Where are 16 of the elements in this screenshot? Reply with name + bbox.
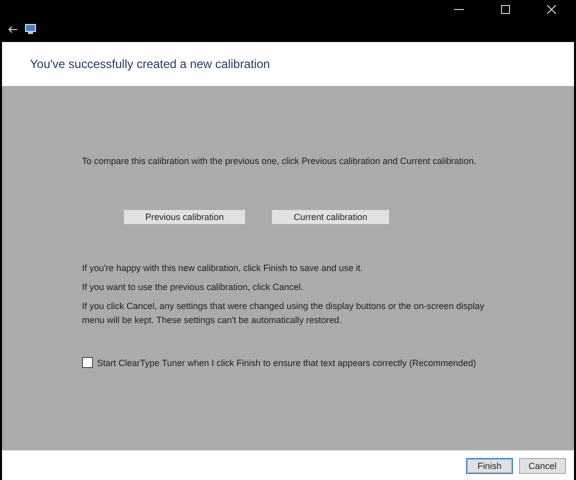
paragraph: If you click Cancel, any settings that were changed using the display buttons or the on-screen display menu will be kept. These settings can't be automatically restored. [82,300,486,327]
calibration-button[interactable]: Previous calibration [123,209,246,225]
monitor-icon [25,24,36,34]
back-arrow-icon[interactable] [8,26,17,32]
dialog-button[interactable]: Cancel [519,458,566,474]
checkbox[interactable] [82,357,93,368]
maximize-icon[interactable] [500,4,510,14]
paragraph: If you're happy with this new calibration, click Finish to save and use it. [82,262,364,275]
minimize-icon[interactable] [454,8,464,10]
dialog-button[interactable]: Finish [466,458,513,474]
close-icon[interactable] [546,4,556,14]
checkbox-label[interactable]: Start ClearType Tuner when I click Finish to ensure that text appears correctly (Recommended) [97,358,476,368]
calibration-button[interactable]: Current calibration [271,209,390,225]
instruction-text: To compare this calibration with the previous one, click Previous calibration and Current calibration. [82,155,478,168]
dialog-title: You've successfully created a new calibration [30,57,270,71]
paragraph: If you want to use the previous calibration, click Cancel. [82,281,304,294]
